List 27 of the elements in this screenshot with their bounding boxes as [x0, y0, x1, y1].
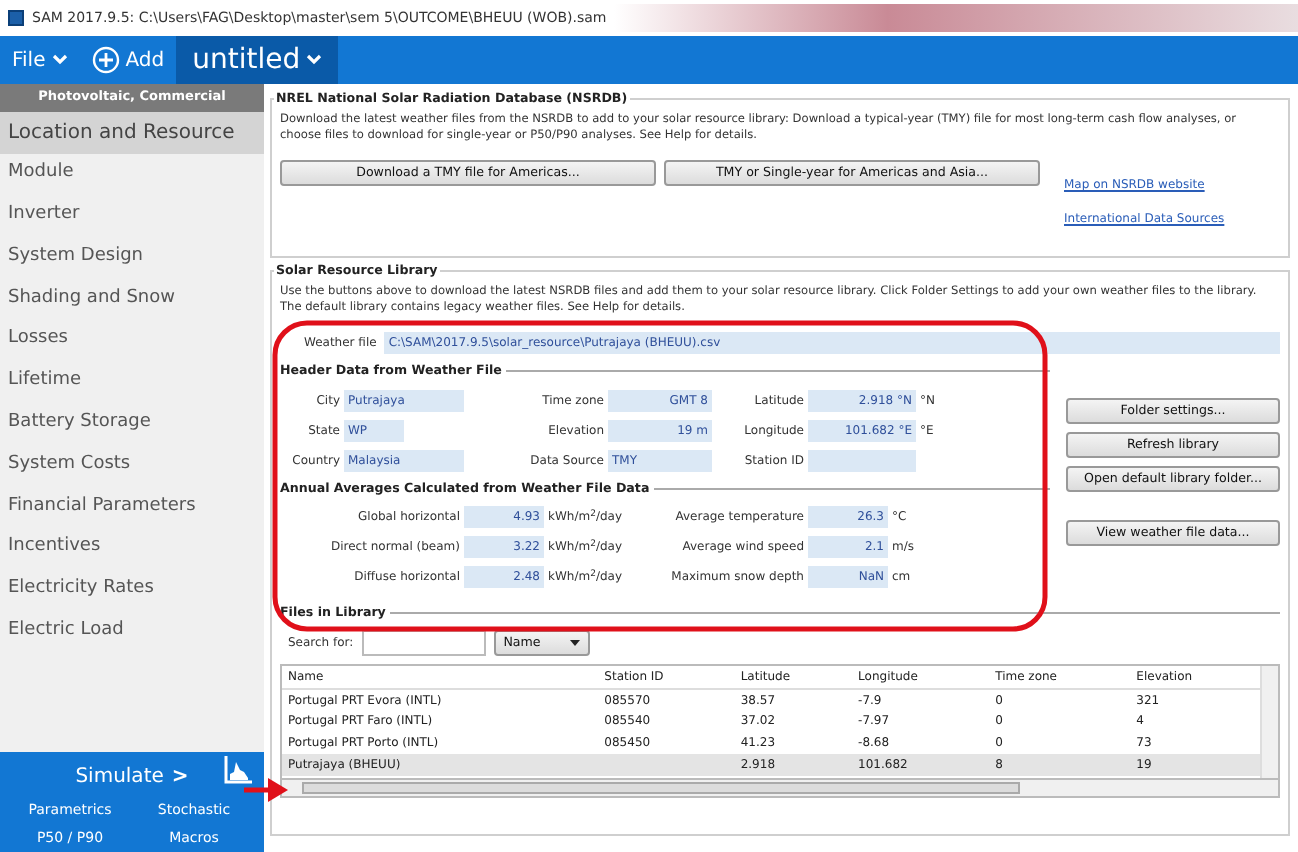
simulate-button[interactable]: Simulate >	[8, 760, 256, 794]
sidebar-item[interactable]: System Design	[0, 236, 264, 278]
case-tab[interactable]: untitled	[176, 36, 339, 84]
sidebar-item[interactable]: Electricity Rates	[0, 569, 264, 611]
sidebar-item[interactable]: Inverter	[0, 194, 264, 237]
sidebar-item[interactable]: Losses	[0, 319, 264, 362]
caret-icon	[569, 640, 580, 647]
sidebar-item[interactable]: Financial Parameters	[0, 485, 264, 528]
horizontal-scrollbar[interactable]	[280, 780, 1280, 799]
text-field[interactable]	[808, 449, 916, 471]
file-menu[interactable]: File	[0, 36, 80, 84]
vertical-scrollbar[interactable]	[1260, 666, 1278, 779]
add-icon	[91, 46, 120, 74]
sidebar-item[interactable]: Shading and Snow	[0, 277, 264, 320]
sidebar-item[interactable]: Lifetime	[0, 361, 264, 403]
chevron-down-icon	[51, 54, 68, 66]
sidebar-item[interactable]: Module	[0, 153, 264, 195]
add-button[interactable]: Add	[79, 36, 177, 84]
sidebar-item[interactable]: System Costs	[0, 444, 264, 486]
sidebar-item[interactable]: Electric Load	[0, 610, 264, 653]
app-icon	[8, 10, 24, 26]
sidebar-item[interactable]: Location and Resource	[0, 111, 264, 154]
chart-icon[interactable]	[224, 756, 252, 784]
sidebar-item[interactable]: Incentives	[0, 527, 264, 570]
chevron-down-icon	[306, 54, 323, 66]
search-field[interactable]	[361, 630, 486, 657]
sidebar-item[interactable]: Battery Storage	[0, 402, 264, 445]
